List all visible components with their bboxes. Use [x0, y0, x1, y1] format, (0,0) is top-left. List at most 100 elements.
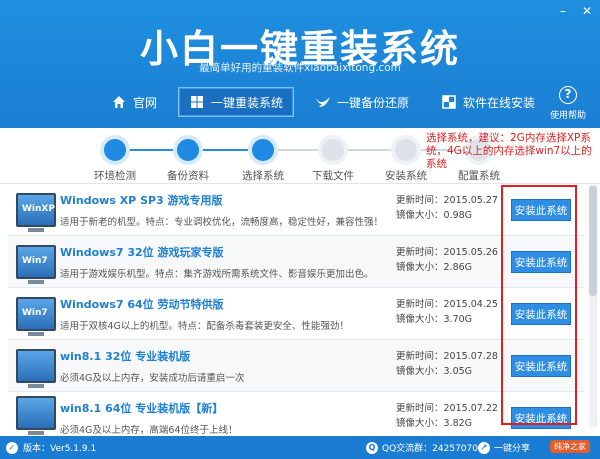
monitor-icon: Win7: [16, 296, 56, 336]
list-item: win8.1 32位 专业装机版 必须4G及以上内存，安装成功后请重启一次 更新…: [8, 340, 584, 392]
update-prefix: 更新时间：: [396, 195, 444, 206]
step-dot: [248, 135, 278, 165]
step-label: 备份资料: [167, 170, 209, 182]
update-prefix: 更新时间：: [396, 403, 444, 414]
install-button[interactable]: 安装此系统: [511, 355, 571, 377]
size-prefix: 镜像大小：: [396, 210, 444, 221]
minimize-button[interactable]: –: [556, 4, 570, 18]
system-desc: 适用于游戏娱乐机型。特点：集齐游戏所需系统文件、影音娱乐更加出色。: [60, 269, 374, 280]
update-date: 2015.05.27: [443, 195, 498, 206]
system-title[interactable]: Windows XP SP3 游戏专用版: [60, 192, 390, 208]
monitor-icon: [16, 396, 56, 435]
step-label: 下载文件: [312, 170, 354, 182]
step-dot: [100, 135, 130, 165]
install-button[interactable]: 安装此系统: [511, 303, 571, 325]
share-button[interactable]: ↗ 一键分享: [478, 441, 530, 454]
update-line: 更新时间：2015.05.26: [396, 245, 506, 260]
version-text: 版本：Ver5.1.9.1: [23, 444, 97, 454]
nav-software-install[interactable]: 软件在线安装: [430, 87, 546, 117]
image-size: 2.86G: [443, 262, 473, 273]
monitor-icon: Win7: [16, 244, 56, 284]
size-line: 镜像大小：3.70G: [396, 312, 506, 327]
install-button[interactable]: 安装此系统: [511, 407, 571, 429]
update-line: 更新时间：2015.07.22: [396, 401, 506, 416]
system-title[interactable]: Windows7 32位 游戏玩家专版: [60, 244, 390, 260]
row-body: Windows7 64位 劳动节特供版 适用于双核4G以上的机型。特点：配备杀毒…: [60, 296, 390, 332]
monitor-icon: [16, 348, 56, 388]
system-meta: 更新时间：2015.05.27 镜像大小：0.98G: [396, 193, 506, 223]
check-icon: ✓: [6, 441, 18, 454]
recommendation-tip: 选择系统，建议：2G内存选择XP系统，4G以上的内存选择win7以上的系统: [426, 132, 592, 170]
monitor-icon: WinXP: [16, 192, 56, 232]
size-prefix: 镜像大小：: [396, 262, 444, 273]
os-icon-text: WinXP: [22, 203, 55, 214]
update-prefix: 更新时间：: [396, 247, 444, 258]
size-line: 镜像大小：3.82G: [396, 416, 506, 431]
system-title[interactable]: Windows7 64位 劳动节特供版: [60, 296, 390, 312]
bird-icon: [315, 94, 331, 110]
image-size: 3.82G: [443, 418, 473, 429]
system-desc: 适用于双核4G以上的机型。特点：配备杀毒套装更安全、性能强劲！: [60, 321, 349, 332]
update-date: 2015.05.26: [443, 247, 498, 258]
step-dot: [391, 135, 421, 165]
step-dot: [318, 135, 348, 165]
status-bar: ✓ 版本：Ver5.1.9.1 Q QQ交流群：242570703 ↗ 一键分享…: [0, 436, 600, 459]
help-button[interactable]: ? 使用帮助: [550, 86, 586, 121]
nav-official-site[interactable]: 官网: [100, 87, 168, 117]
nav-label: 一键重装系统: [211, 95, 284, 110]
nav-label: 官网: [133, 95, 158, 110]
install-button[interactable]: 安装此系统: [511, 199, 571, 221]
share-icon: ↗: [478, 441, 490, 454]
list-item: win8.1 64位 专业装机版【新】 必须4G及以上内存，高端64位终于上线！…: [8, 392, 584, 436]
windows-icon: [189, 94, 205, 110]
system-meta: 更新时间：2015.07.22 镜像大小：3.82G: [396, 401, 506, 431]
system-meta: 更新时间：2015.05.26 镜像大小：2.86G: [396, 245, 506, 275]
main-nav: 官网 一键重装系统 一键备份还原 软件在线安装: [100, 87, 546, 117]
home-icon: [111, 94, 127, 110]
step-label: 环境检测: [94, 170, 136, 182]
image-size: 3.05G: [443, 366, 473, 377]
update-date: 2015.07.28: [443, 351, 498, 362]
os-icon-text: Win7: [22, 307, 48, 318]
close-button[interactable]: ✕: [580, 4, 594, 18]
image-size: 3.70G: [443, 314, 473, 325]
step-download: 下载文件: [298, 128, 368, 183]
update-line: 更新时间：2015.07.28: [396, 349, 506, 364]
qq-icon: Q: [366, 441, 378, 454]
nav-label: 一键备份还原: [337, 95, 410, 110]
update-prefix: 更新时间：: [396, 299, 444, 310]
row-body: Windows XP SP3 游戏专用版 适用于新老的机型。特点：专业调校优化，…: [60, 192, 390, 228]
update-prefix: 更新时间：: [396, 351, 444, 362]
system-desc: 必须4G及以上内存，安装成功后请重启一次: [60, 373, 245, 384]
image-size: 0.98G: [443, 210, 473, 221]
row-body: win8.1 32位 专业装机版 必须4G及以上内存，安装成功后请重启一次: [60, 348, 390, 384]
size-prefix: 镜像大小：: [396, 366, 444, 377]
system-meta: 更新时间：2015.07.28 镜像大小：3.05G: [396, 349, 506, 379]
update-line: 更新时间：2015.04.25: [396, 297, 506, 312]
system-desc: 适用于新老的机型。特点：专业调校优化，流畅度高，稳定性好，兼容性强！: [60, 217, 384, 228]
system-title[interactable]: win8.1 32位 专业装机版: [60, 348, 390, 364]
nav-backup-restore[interactable]: 一键备份还原: [304, 87, 420, 117]
watermark-logo: 纯净之家: [550, 440, 590, 453]
help-label: 使用帮助: [549, 111, 586, 121]
row-body: Windows7 32位 游戏玩家专版 适用于游戏娱乐机型。特点：集齐游戏所需系…: [60, 244, 390, 280]
install-button[interactable]: 安装此系统: [511, 251, 571, 273]
qq-group[interactable]: Q QQ交流群：242570703: [366, 441, 484, 454]
row-body: win8.1 64位 专业装机版【新】 必须4G及以上内存，高端64位终于上线！: [60, 400, 390, 436]
step-backup: 备份资料: [153, 128, 223, 183]
scrollbar-thumb[interactable]: [589, 186, 597, 296]
share-text: 一键分享: [494, 444, 531, 454]
step-env-check: 环境检测: [80, 128, 150, 183]
system-title[interactable]: win8.1 64位 专业装机版【新】: [60, 400, 390, 416]
nav-one-click-reinstall[interactable]: 一键重装系统: [178, 87, 295, 117]
list-item: Win7 Windows7 32位 游戏玩家专版 适用于游戏娱乐机型。特点：集齐…: [8, 236, 584, 288]
size-prefix: 镜像大小：: [396, 418, 444, 429]
system-desc: 必须4G及以上内存，高端64位终于上线！: [60, 425, 238, 436]
nav-label: 软件在线安装: [463, 95, 536, 110]
update-date: 2015.04.25: [443, 299, 498, 310]
size-line: 镜像大小：0.98G: [396, 208, 506, 223]
qq-text: QQ交流群：242570703: [382, 444, 484, 454]
list-item: WinXP Windows XP SP3 游戏专用版 适用于新老的机型。特点：专…: [8, 184, 584, 236]
step-label: 选择系统: [242, 170, 284, 182]
update-line: 更新时间：2015.05.27: [396, 193, 506, 208]
